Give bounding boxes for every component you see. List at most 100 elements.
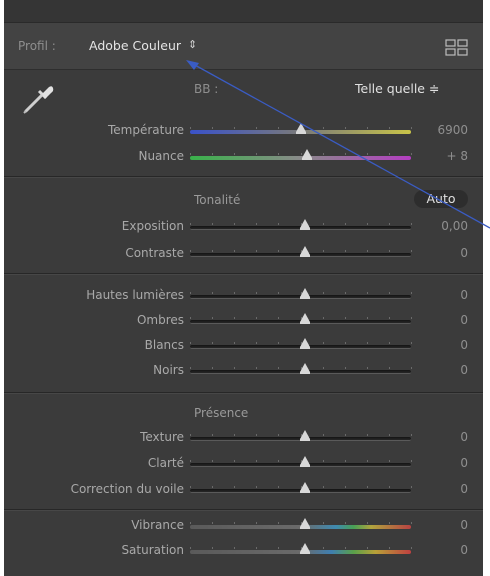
slider-thumb[interactable] (300, 246, 310, 257)
slider-thumb[interactable] (300, 543, 310, 554)
eyedropper-icon[interactable] (18, 78, 58, 118)
slider-thumb[interactable] (300, 363, 310, 374)
slider-value[interactable]: 0 (424, 288, 468, 302)
slider-tick (411, 367, 412, 369)
slider-tick (389, 292, 390, 294)
slider-tick (256, 367, 257, 369)
slider-value[interactable]: + 8 (424, 149, 468, 163)
slider-label: Nuance (138, 149, 184, 163)
slider-value[interactable]: 0 (424, 313, 468, 327)
slider-tick (212, 127, 213, 129)
slider-tick (190, 153, 191, 155)
slider-tick (389, 522, 390, 524)
slider-value[interactable]: 0 (424, 543, 468, 557)
slider-label: Texture (140, 430, 184, 444)
slider-tick (345, 522, 346, 524)
slider-tick (278, 486, 279, 488)
wb-dropdown[interactable]: Telle quelle ≑ (355, 81, 439, 96)
slider-tick (345, 250, 346, 252)
slider-tick (323, 434, 324, 436)
grid-view-icon[interactable] (445, 39, 469, 57)
slider-tick (190, 127, 191, 129)
slider-thumb[interactable] (300, 219, 310, 230)
slider-value[interactable]: 0 (424, 518, 468, 532)
slider-tick (367, 367, 368, 369)
slider-tick (411, 153, 412, 155)
slider-tick (367, 486, 368, 488)
slider-thumb[interactable] (302, 149, 312, 160)
slider-value[interactable]: 0 (424, 430, 468, 444)
wb-label: BB : (194, 82, 219, 96)
slider-tick (367, 153, 368, 155)
slider-tick (367, 342, 368, 344)
slider-tick (190, 317, 191, 319)
slider-tick (234, 250, 235, 252)
slider-tick (345, 486, 346, 488)
slider-tick (411, 460, 412, 462)
slider-tick (212, 460, 213, 462)
slider-thumb[interactable] (296, 123, 306, 134)
slider-tick (323, 522, 324, 524)
slider-tick (190, 367, 191, 369)
slider-thumb[interactable] (300, 313, 310, 324)
slider-tick (278, 292, 279, 294)
slider-thumb[interactable] (300, 518, 310, 529)
profile-dropdown-arrows-icon[interactable]: ⇕ (188, 38, 197, 51)
slider-tick (389, 434, 390, 436)
slider-tick (256, 460, 257, 462)
slider-tick (190, 223, 191, 225)
slider-value[interactable]: 0 (424, 363, 468, 377)
tone-title: Tonalité (194, 193, 241, 207)
slider-tick (389, 547, 390, 549)
slider-tick (411, 342, 412, 344)
slider-tick (278, 367, 279, 369)
slider-value[interactable]: 6900 (424, 123, 468, 137)
slider-track[interactable] (190, 156, 411, 160)
divider (4, 509, 483, 510)
slider-value[interactable]: 0,00 (424, 219, 468, 233)
slider-thumb[interactable] (300, 338, 310, 349)
slider-thumb[interactable] (300, 482, 310, 493)
slider-tick (190, 292, 191, 294)
slider-tick (234, 434, 235, 436)
slider-tick (323, 460, 324, 462)
profile-dropdown[interactable]: Adobe Couleur (89, 38, 181, 53)
slider-value[interactable]: 0 (424, 456, 468, 470)
slider-thumb[interactable] (300, 456, 310, 467)
slider-tick (190, 460, 191, 462)
auto-button[interactable]: Auto (414, 190, 468, 208)
slider-tick (234, 486, 235, 488)
slider-tick (323, 292, 324, 294)
slider-tick (389, 486, 390, 488)
slider-tick (411, 547, 412, 549)
slider-tick (411, 317, 412, 319)
slider-tick (256, 486, 257, 488)
slider-tick (256, 153, 257, 155)
slider-tick (212, 367, 213, 369)
slider-tick (212, 153, 213, 155)
slider-tick (234, 317, 235, 319)
slider-tick (190, 250, 191, 252)
slider-value[interactable]: 0 (424, 246, 468, 260)
slider-thumb[interactable] (300, 288, 310, 299)
slider-tick (345, 127, 346, 129)
slider-tick (234, 153, 235, 155)
slider-label: Vibrance (131, 518, 184, 532)
slider-tick (278, 434, 279, 436)
slider-thumb[interactable] (300, 430, 310, 441)
slider-tick (389, 250, 390, 252)
slider-tick (323, 486, 324, 488)
slider-value[interactable]: 0 (424, 338, 468, 352)
develop-basic-panel: Profil : Adobe Couleur ⇕ BB : Telle quel… (4, 0, 483, 576)
slider-tick (367, 522, 368, 524)
slider-value[interactable]: 0 (424, 482, 468, 496)
slider-tick (389, 153, 390, 155)
divider (4, 392, 483, 393)
slider-tick (323, 223, 324, 225)
slider-tick (212, 292, 213, 294)
profile-row: Profil : Adobe Couleur ⇕ (4, 23, 483, 70)
slider-tick (190, 522, 191, 524)
slider-tick (212, 250, 213, 252)
slider-tick (256, 127, 257, 129)
slider-tick (256, 223, 257, 225)
